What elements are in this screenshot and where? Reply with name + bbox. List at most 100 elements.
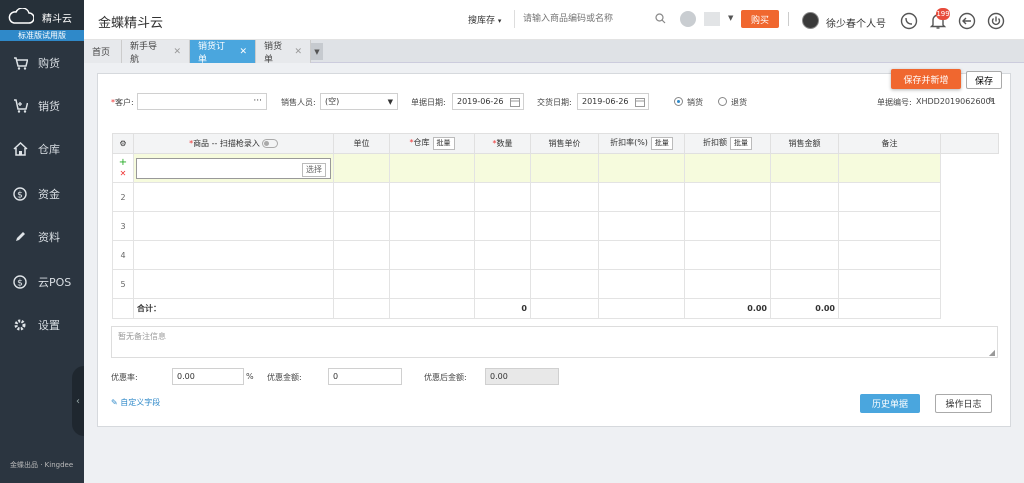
buy-button[interactable]: 购买 <box>741 10 779 28</box>
search-icon[interactable] <box>655 13 666 24</box>
table-cell[interactable] <box>684 182 771 212</box>
sidebar-item-funds[interactable]: $ 资金 <box>0 176 84 212</box>
product-cell[interactable]: 选择 <box>133 153 334 183</box>
table-cell[interactable] <box>770 211 839 241</box>
table-row[interactable]: 4 <box>112 240 999 270</box>
save-and-new-button[interactable]: 保存并新增 <box>891 69 961 89</box>
select-product-button[interactable]: 选择 <box>302 162 326 177</box>
table-cell[interactable] <box>838 153 941 183</box>
log-button[interactable]: 操作日志 <box>935 394 992 413</box>
table-cell[interactable] <box>474 269 531 299</box>
radio-sale[interactable] <box>674 97 683 106</box>
radio-return-label[interactable]: 退货 <box>731 97 747 108</box>
table-cell[interactable] <box>530 240 599 270</box>
company-name-blurred[interactable] <box>704 12 720 26</box>
table-row[interactable]: + ✕ 选择 <box>112 153 999 183</box>
calendar-icon[interactable] <box>635 97 645 107</box>
table-cell[interactable] <box>598 269 685 299</box>
table-cell[interactable] <box>133 182 334 212</box>
batch-discount-amt-button[interactable]: 批量 <box>730 137 752 150</box>
table-row[interactable]: 5 <box>112 269 999 299</box>
sidebar-collapse-button[interactable]: ‹ <box>72 366 84 436</box>
calendar-icon[interactable] <box>510 97 520 107</box>
table-cell[interactable] <box>474 182 531 212</box>
table-cell[interactable] <box>598 182 685 212</box>
table-cell[interactable] <box>838 182 941 212</box>
table-cell[interactable] <box>133 269 334 299</box>
table-cell[interactable] <box>333 153 390 183</box>
table-cell[interactable] <box>389 269 475 299</box>
table-cell[interactable] <box>133 211 334 241</box>
user-name[interactable]: 徐少春个人号 <box>826 15 886 30</box>
column-settings[interactable]: ⚙ <box>112 133 134 154</box>
table-cell[interactable] <box>530 182 599 212</box>
table-cell[interactable] <box>333 182 390 212</box>
sidebar-item-settings[interactable]: 设置 <box>0 307 84 343</box>
table-cell[interactable] <box>684 269 771 299</box>
table-cell[interactable] <box>474 211 531 241</box>
sidebar-item-warehouse[interactable]: 仓库 <box>0 131 84 167</box>
discount-amt-input[interactable]: 0 <box>328 368 402 385</box>
search-scope-select[interactable]: 搜库存 ▾ <box>468 13 501 26</box>
custom-field-link[interactable]: ✎ 自定义字段 <box>111 397 160 408</box>
sidebar-item-purchase[interactable]: 购货 <box>0 45 84 81</box>
tab-sales-order[interactable]: 销货订单 ✕ <box>190 40 256 65</box>
table-cell[interactable] <box>770 269 839 299</box>
table-cell[interactable] <box>530 211 599 241</box>
search-input[interactable] <box>515 10 645 28</box>
sidebar-item-sales[interactable]: 销货 <box>0 88 84 124</box>
scan-toggle[interactable] <box>261 139 278 148</box>
batch-warehouse-button[interactable]: 批量 <box>432 137 455 150</box>
close-icon[interactable]: ✕ <box>239 47 247 57</box>
remark-textarea[interactable]: 暂无备注信息 ◢ <box>111 326 998 358</box>
table-cell[interactable] <box>389 211 475 241</box>
table-cell[interactable] <box>684 240 771 270</box>
table-cell[interactable] <box>770 153 839 183</box>
table-cell[interactable] <box>389 153 475 183</box>
table-cell[interactable] <box>389 240 475 270</box>
table-cell[interactable] <box>770 182 839 212</box>
table-cell[interactable] <box>684 153 771 183</box>
table-cell[interactable] <box>598 240 685 270</box>
table-cell[interactable] <box>598 153 685 183</box>
batch-discount-rate-button[interactable]: 批量 <box>650 137 673 150</box>
gear-icon[interactable]: ⚙ <box>119 139 126 148</box>
table-cell[interactable] <box>684 211 771 241</box>
caret-down-icon[interactable]: ▼ <box>728 14 733 22</box>
back-icon[interactable] <box>958 12 976 30</box>
sidebar-item-pos[interactable]: $ 云POS <box>0 264 84 300</box>
phone-icon[interactable] <box>900 12 918 30</box>
tab-sales-slip[interactable]: 销货单 ✕ <box>256 40 311 65</box>
table-row[interactable]: 2 <box>112 182 999 212</box>
doc-date-field[interactable]: 2019-06-26 <box>452 93 524 110</box>
edit-icon[interactable]: ✎ <box>988 96 995 105</box>
more-icon[interactable]: ··· <box>253 96 262 106</box>
table-cell[interactable] <box>838 211 941 241</box>
radio-return[interactable] <box>718 97 727 106</box>
table-cell[interactable] <box>838 240 941 270</box>
salesperson-select[interactable]: (空) ▼ <box>320 93 398 110</box>
user-avatar[interactable] <box>802 12 819 29</box>
table-cell[interactable] <box>474 153 531 183</box>
product-input[interactable]: 选择 <box>136 157 331 179</box>
history-button[interactable]: 历史单据 <box>860 394 920 413</box>
table-cell[interactable] <box>333 240 390 270</box>
sidebar-item-data[interactable]: 资料 <box>0 219 84 255</box>
table-cell[interactable] <box>838 269 941 299</box>
table-cell[interactable] <box>389 182 475 212</box>
resize-handle-icon[interactable]: ◢ <box>989 348 995 357</box>
table-cell[interactable] <box>333 269 390 299</box>
close-icon[interactable]: ✕ <box>294 47 302 57</box>
table-cell[interactable] <box>598 211 685 241</box>
customer-field[interactable]: ··· <box>137 93 267 110</box>
table-cell[interactable] <box>530 153 599 183</box>
table-cell[interactable] <box>133 240 334 270</box>
delivery-date-field[interactable]: 2019-06-26 <box>577 93 649 110</box>
table-cell[interactable] <box>770 240 839 270</box>
delete-row-icon[interactable]: ✕ <box>113 169 133 179</box>
tab-more-button[interactable]: ▼ <box>311 43 323 60</box>
add-row-icon[interactable]: + <box>113 157 133 169</box>
company-avatar[interactable] <box>680 11 696 27</box>
power-icon[interactable] <box>987 12 1005 30</box>
radio-sale-label[interactable]: 销货 <box>687 97 703 108</box>
